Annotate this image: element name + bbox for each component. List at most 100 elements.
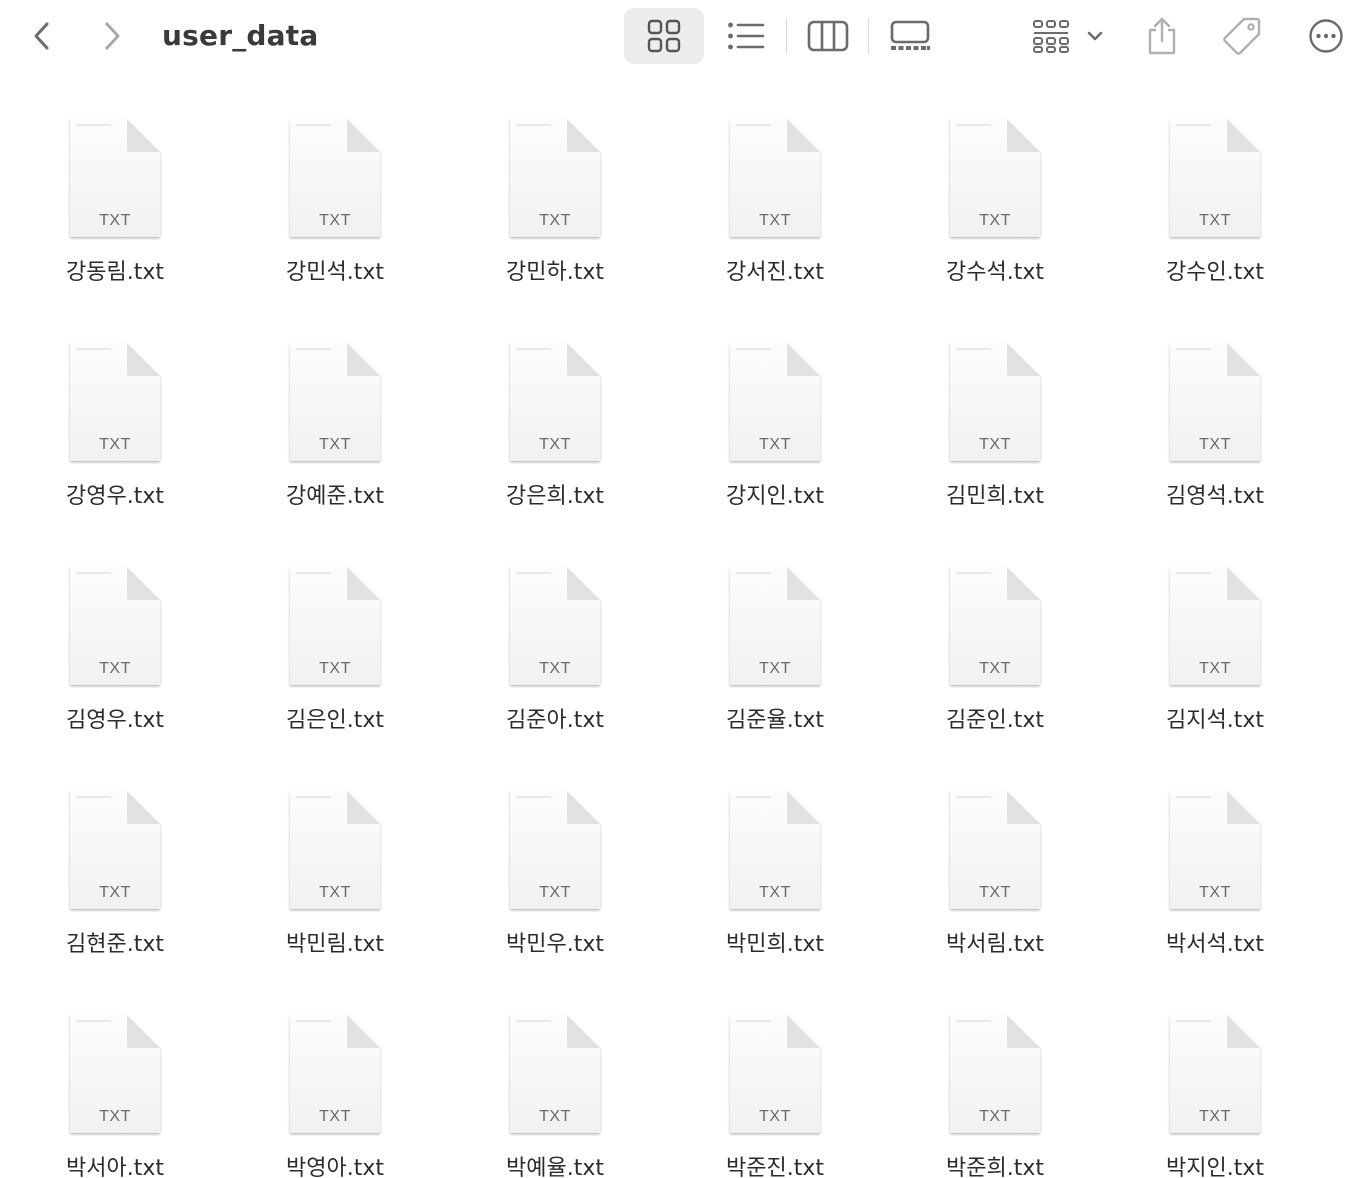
file-item[interactable]: TXT 김현준.txt <box>5 788 225 1012</box>
file-name[interactable]: 김준아.txt <box>445 702 665 734</box>
file-name[interactable]: 박민희.txt <box>665 926 885 958</box>
file-name[interactable]: 박준희.txt <box>885 1150 1105 1178</box>
toolbar-divider <box>786 18 787 54</box>
file-item[interactable]: TXT 김지석.txt <box>1105 564 1325 788</box>
file-item[interactable]: TXT 강민석.txt <box>225 116 445 340</box>
file-item[interactable]: TXT 강영우.txt <box>5 340 225 564</box>
file-name[interactable]: 김영석.txt <box>1105 478 1325 510</box>
file-name[interactable]: 김지석.txt <box>1105 702 1325 734</box>
file-item[interactable]: TXT 김영석.txt <box>1105 340 1325 564</box>
toolbar: user_data <box>0 0 1348 72</box>
file-type-label: TXT <box>539 660 571 677</box>
file-type-label: TXT <box>99 436 131 453</box>
text-file-icon: TXT <box>727 788 823 912</box>
text-file-icon: TXT <box>67 116 163 240</box>
file-name[interactable]: 김현준.txt <box>5 926 225 958</box>
file-item[interactable]: TXT 김은인.txt <box>225 564 445 788</box>
file-name[interactable]: 김영우.txt <box>5 702 225 734</box>
text-file-icon: TXT <box>507 1012 603 1136</box>
file-item[interactable]: TXT 박서아.txt <box>5 1012 225 1178</box>
file-type-label: TXT <box>759 1108 791 1125</box>
file-name[interactable]: 박영아.txt <box>225 1150 445 1178</box>
file-name[interactable]: 강민하.txt <box>445 254 665 286</box>
tag-button[interactable] <box>1216 8 1268 64</box>
file-name[interactable]: 강서진.txt <box>665 254 885 286</box>
file-item[interactable]: TXT 김영우.txt <box>5 564 225 788</box>
view-icons-button[interactable] <box>624 8 704 64</box>
file-name[interactable]: 강수인.txt <box>1105 254 1325 286</box>
file-type-label: TXT <box>319 1108 351 1125</box>
view-columns-button[interactable] <box>794 8 862 64</box>
file-item[interactable]: TXT 강수석.txt <box>885 116 1105 340</box>
file-name[interactable]: 박서석.txt <box>1105 926 1325 958</box>
file-item[interactable]: TXT 김준율.txt <box>665 564 885 788</box>
file-item[interactable]: TXT 박예율.txt <box>445 1012 665 1178</box>
file-type-label: TXT <box>759 212 791 229</box>
file-item[interactable]: TXT 박민림.txt <box>225 788 445 1012</box>
file-item[interactable]: TXT 강서진.txt <box>665 116 885 340</box>
file-name[interactable]: 박서림.txt <box>885 926 1105 958</box>
file-type-label: TXT <box>539 212 571 229</box>
file-item[interactable]: TXT 박준진.txt <box>665 1012 885 1178</box>
file-type-label: TXT <box>319 660 351 677</box>
file-name[interactable]: 박예율.txt <box>445 1150 665 1178</box>
file-item[interactable]: TXT 강동림.txt <box>5 116 225 340</box>
share-button[interactable] <box>1138 8 1186 64</box>
file-name[interactable]: 박민림.txt <box>225 926 445 958</box>
file-name[interactable]: 박민우.txt <box>445 926 665 958</box>
file-item[interactable]: TXT 김민희.txt <box>885 340 1105 564</box>
file-item[interactable]: TXT 강지인.txt <box>665 340 885 564</box>
file-name[interactable]: 김준인.txt <box>885 702 1105 734</box>
file-type-label: TXT <box>979 1108 1011 1125</box>
list-view-icon <box>728 22 765 50</box>
file-name[interactable]: 김준율.txt <box>665 702 885 734</box>
file-item[interactable]: TXT 박지인.txt <box>1105 1012 1325 1178</box>
text-file-icon: TXT <box>947 1012 1043 1136</box>
file-type-label: TXT <box>99 1108 131 1125</box>
file-item[interactable]: TXT 박서석.txt <box>1105 788 1325 1012</box>
file-item[interactable]: TXT 박영아.txt <box>225 1012 445 1178</box>
file-name[interactable]: 박준진.txt <box>665 1150 885 1178</box>
file-item[interactable]: TXT 박민우.txt <box>445 788 665 1012</box>
file-item[interactable]: TXT 김준아.txt <box>445 564 665 788</box>
toolbar-divider <box>868 18 869 54</box>
file-grid-area: TXT 강동림.txt TXT 강민석.txt TXT 강민하.txt TXT … <box>0 72 1348 1178</box>
file-type-label: TXT <box>99 212 131 229</box>
back-button[interactable] <box>22 16 62 56</box>
file-name[interactable]: 강민석.txt <box>225 254 445 286</box>
file-item[interactable]: TXT 강은희.txt <box>445 340 665 564</box>
file-name[interactable]: 강은희.txt <box>445 478 665 510</box>
file-name[interactable]: 김민희.txt <box>885 478 1105 510</box>
file-name[interactable]: 강영우.txt <box>5 478 225 510</box>
text-file-icon: TXT <box>67 340 163 464</box>
file-item[interactable]: TXT 박준희.txt <box>885 1012 1105 1178</box>
file-name[interactable]: 박지인.txt <box>1105 1150 1325 1178</box>
more-button[interactable] <box>1300 8 1348 64</box>
file-item[interactable]: TXT 박서림.txt <box>885 788 1105 1012</box>
finder-window: user_data TXT 강동림.txt TXT 강민석.txt TXT 강민… <box>0 0 1348 1178</box>
file-name[interactable]: 박서아.txt <box>5 1150 225 1178</box>
text-file-icon: TXT <box>1167 340 1263 464</box>
text-file-icon: TXT <box>507 116 603 240</box>
tag-icon <box>1223 17 1261 55</box>
file-grid: TXT 강동림.txt TXT 강민석.txt TXT 강민하.txt TXT … <box>5 116 1325 1178</box>
view-gallery-button[interactable] <box>876 8 944 64</box>
text-file-icon: TXT <box>1167 788 1263 912</box>
file-item[interactable]: TXT 박민희.txt <box>665 788 885 1012</box>
text-file-icon: TXT <box>1167 1012 1263 1136</box>
file-item[interactable]: TXT 김준인.txt <box>885 564 1105 788</box>
text-file-icon: TXT <box>507 788 603 912</box>
view-list-button[interactable] <box>712 8 780 64</box>
file-name[interactable]: 강예준.txt <box>225 478 445 510</box>
file-name[interactable]: 강수석.txt <box>885 254 1105 286</box>
file-item[interactable]: TXT 강수인.txt <box>1105 116 1325 340</box>
forward-button[interactable] <box>92 16 132 56</box>
file-name[interactable]: 강지인.txt <box>665 478 885 510</box>
file-item[interactable]: TXT 강민하.txt <box>445 116 665 340</box>
file-name[interactable]: 김은인.txt <box>225 702 445 734</box>
folder-title: user_data <box>162 19 319 52</box>
file-type-label: TXT <box>319 884 351 901</box>
file-item[interactable]: TXT 강예준.txt <box>225 340 445 564</box>
group-by-button[interactable] <box>1026 8 1110 64</box>
file-name[interactable]: 강동림.txt <box>5 254 225 286</box>
